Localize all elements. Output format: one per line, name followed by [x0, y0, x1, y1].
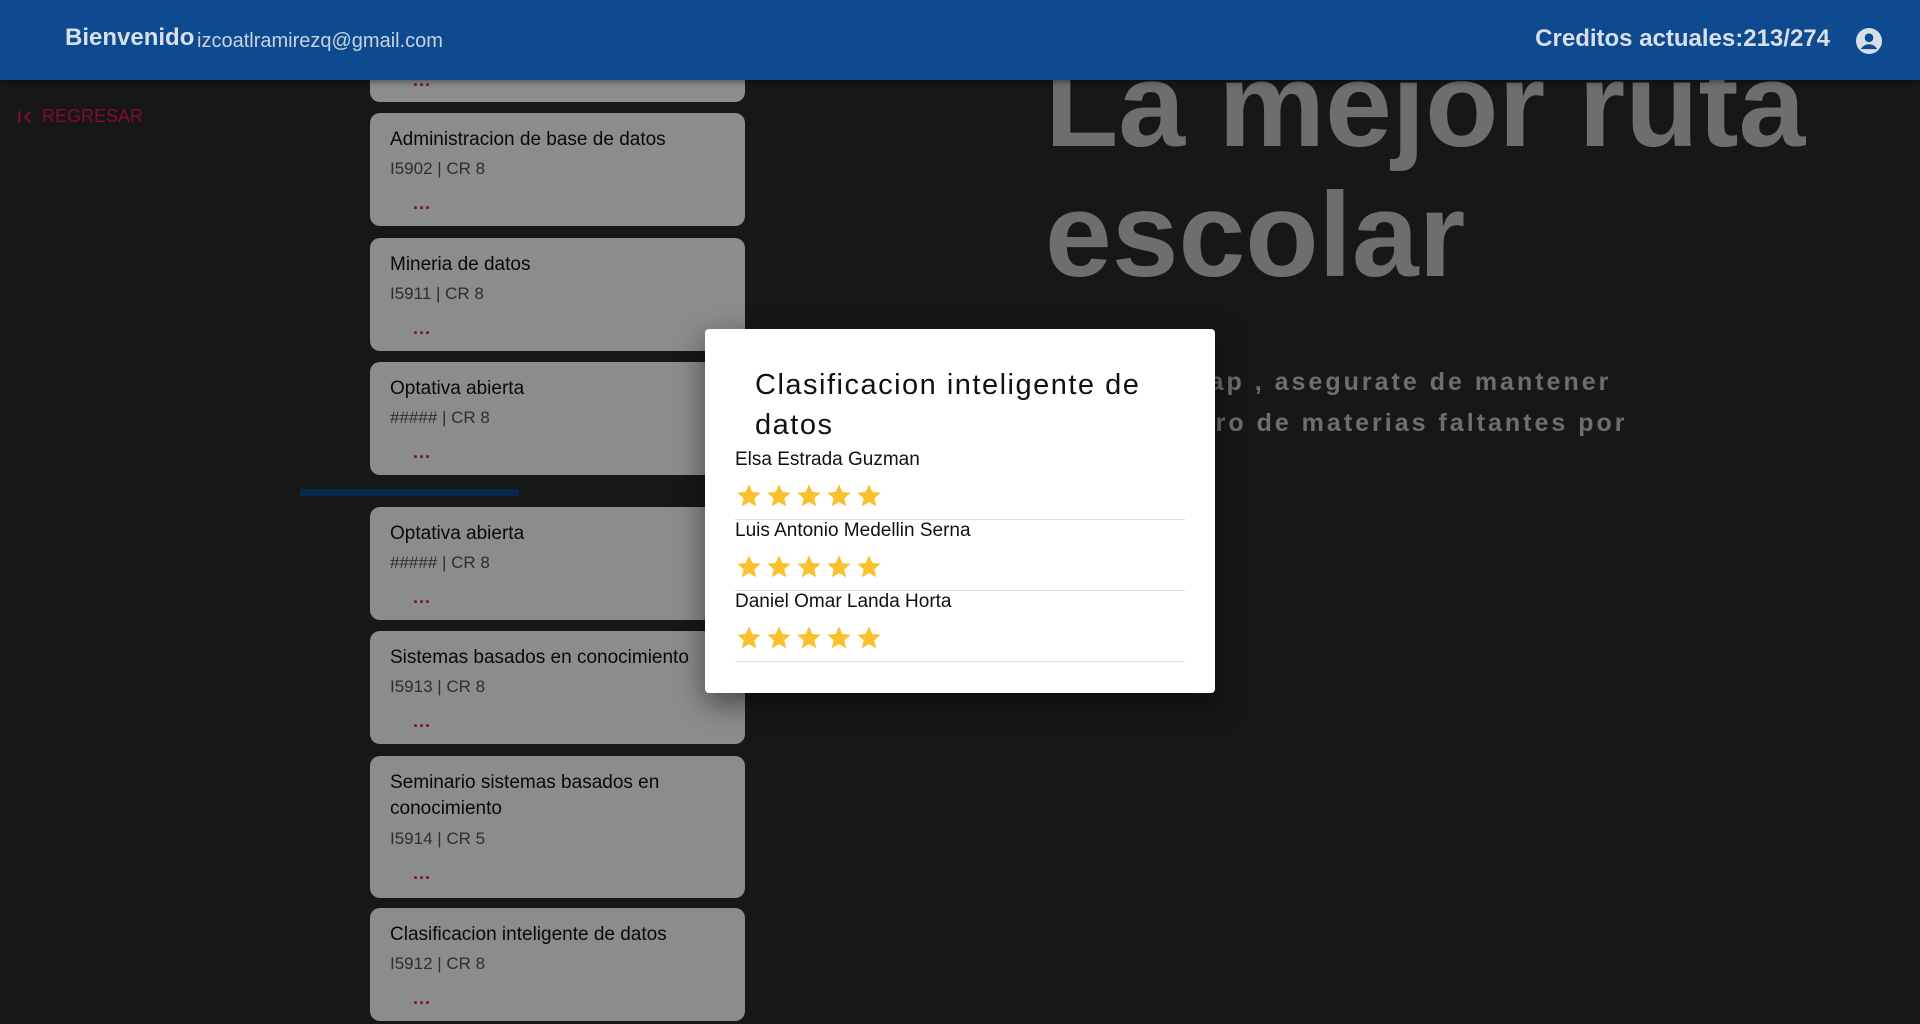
- teacher-name: Elsa Estrada Guzman: [735, 449, 920, 470]
- credits-counter: Creditos actuales:213/274: [1535, 25, 1830, 52]
- star-icon[interactable]: [795, 624, 823, 652]
- user-email: izcoatlramirezq@gmail.com: [197, 30, 443, 52]
- star-rating[interactable]: [735, 553, 883, 581]
- star-icon[interactable]: [825, 482, 853, 510]
- star-icon[interactable]: [765, 553, 793, 581]
- star-icon[interactable]: [855, 624, 883, 652]
- star-icon[interactable]: [795, 482, 823, 510]
- teacher-name: Daniel Omar Landa Horta: [735, 591, 952, 612]
- star-icon[interactable]: [795, 553, 823, 581]
- star-icon[interactable]: [765, 482, 793, 510]
- teacher-review: Daniel Omar Landa Horta: [735, 591, 1185, 662]
- star-icon[interactable]: [735, 482, 763, 510]
- star-icon[interactable]: [855, 482, 883, 510]
- teacher-review: Luis Antonio Medellin Serna: [735, 520, 1185, 591]
- star-rating[interactable]: [735, 624, 883, 652]
- star-icon[interactable]: [765, 624, 793, 652]
- teacher-name: Luis Antonio Medellin Serna: [735, 520, 971, 541]
- teacher-review: Elsa Estrada Guzman: [735, 449, 1185, 520]
- star-icon[interactable]: [855, 553, 883, 581]
- star-icon[interactable]: [735, 553, 763, 581]
- star-rating[interactable]: [735, 482, 883, 510]
- dialog-title: Clasificacion inteligente de datos: [755, 369, 1141, 441]
- welcome-label: Bienvenido: [65, 24, 195, 51]
- account-circle-icon[interactable]: [1856, 28, 1882, 54]
- ratings-dialog: Clasificacion inteligente de datos Elsa …: [705, 329, 1215, 693]
- star-icon[interactable]: [825, 624, 853, 652]
- star-icon[interactable]: [735, 624, 763, 652]
- star-icon[interactable]: [825, 553, 853, 581]
- top-app-bar: Bienvenido izcoatlramirezq@gmail.com Cre…: [0, 0, 1920, 80]
